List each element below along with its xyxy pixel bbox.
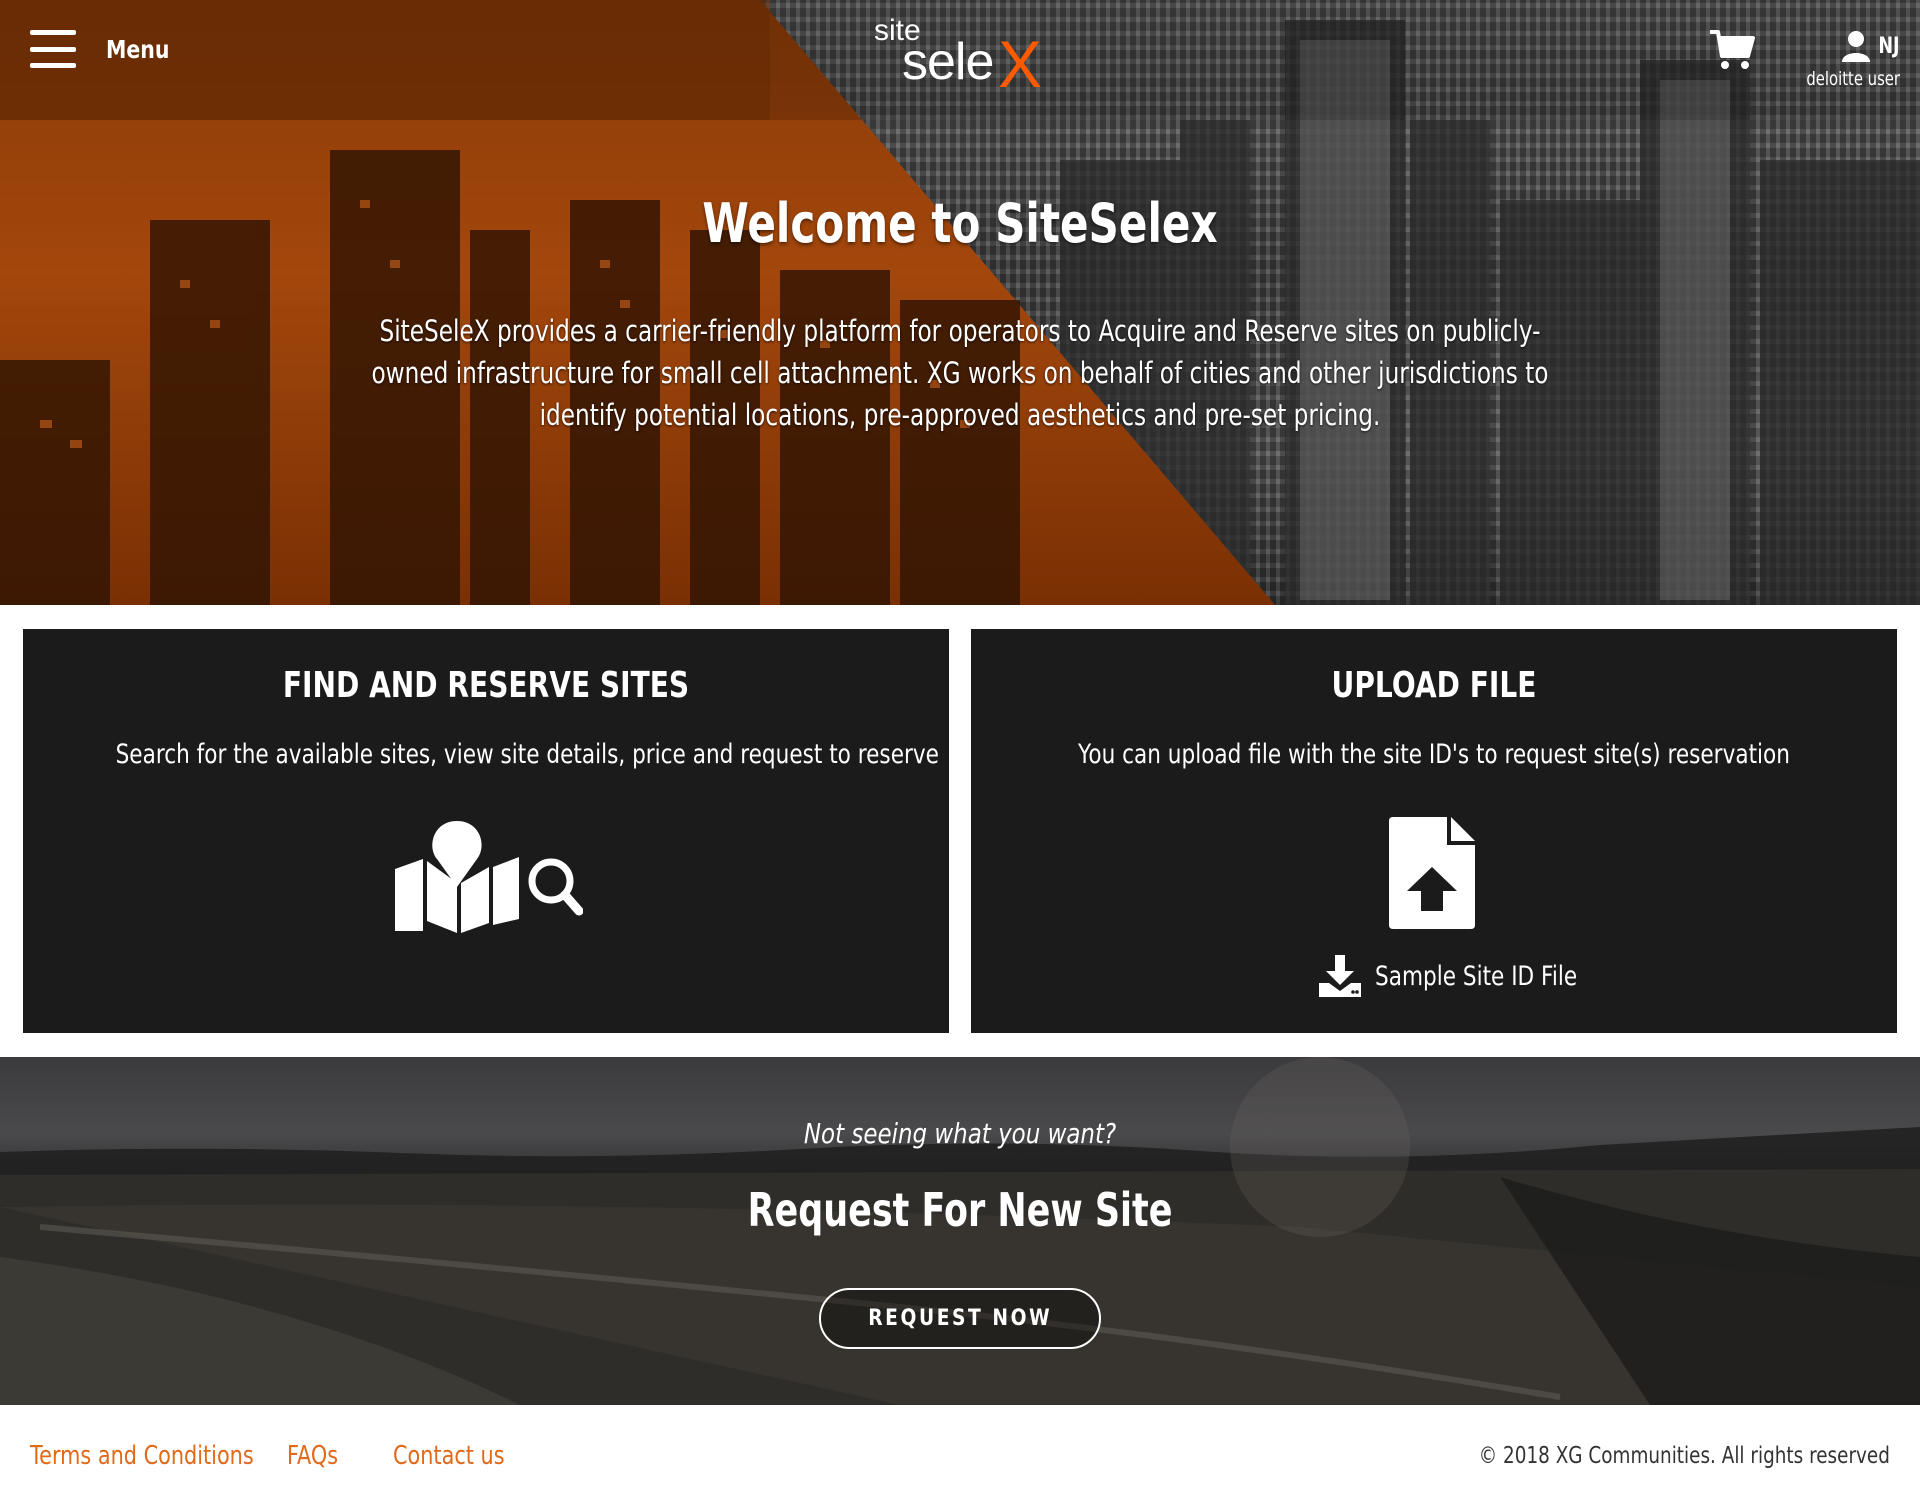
- file-upload-icon: [1389, 817, 1475, 929]
- menu-button[interactable]: Menu: [30, 30, 183, 68]
- sample-site-id-file-link[interactable]: Sample Site ID File: [1319, 955, 1628, 997]
- request-now-button[interactable]: REQUEST NOW: [819, 1288, 1101, 1349]
- action-cards: FIND AND RESERVE SITES Search for the av…: [0, 605, 1920, 1057]
- request-new-site-section: Not seeing what you want? Request For Ne…: [0, 1057, 1920, 1405]
- find-and-reserve-card[interactable]: FIND AND RESERVE SITES Search for the av…: [23, 629, 949, 1033]
- find-card-title: FIND AND RESERVE SITES: [282, 665, 690, 706]
- page-title: Welcome to SiteSelex: [702, 192, 1218, 255]
- logo-x-text: X: [998, 27, 1043, 101]
- copyright-text: © 2018 XG Communities. All rights reserv…: [1478, 1443, 1890, 1469]
- hero-banner: Menu site sele X NJ deloitte user Welcom…: [0, 0, 1920, 605]
- cart-button[interactable]: [1708, 26, 1756, 74]
- request-now-label: REQUEST NOW: [868, 1306, 1052, 1331]
- request-question: Not seeing what you want?: [803, 1117, 1117, 1150]
- user-name: deloitte user: [1806, 68, 1901, 90]
- user-menu[interactable]: NJ deloitte user: [1780, 30, 1900, 100]
- upload-file-card[interactable]: UPLOAD FILE You can upload file with the…: [971, 629, 1897, 1033]
- user-initials: NJ: [1878, 33, 1900, 59]
- hero-description: SiteSeleX provides a carrier-friendly pl…: [371, 314, 1549, 432]
- upload-card-description: You can upload file with the site ID's t…: [1078, 739, 1790, 770]
- upload-card-title: UPLOAD FILE: [1331, 665, 1537, 706]
- user-icon: [1842, 31, 1871, 62]
- terms-and-conditions-link[interactable]: Terms and Conditions: [30, 1441, 254, 1471]
- sample-file-label: Sample Site ID File: [1375, 960, 1578, 992]
- siteselex-logo[interactable]: site sele X: [870, 14, 1050, 101]
- request-title: Request For New Site: [747, 1183, 1173, 1237]
- cart-icon: [1710, 30, 1755, 69]
- hamburger-icon: [30, 30, 76, 68]
- logo-sele-text: sele: [902, 33, 994, 91]
- download-icon: [1319, 955, 1361, 997]
- faqs-link[interactable]: FAQs: [287, 1441, 338, 1471]
- footer: Terms and Conditions FAQs Contact us © 2…: [0, 1405, 1920, 1507]
- menu-label: Menu: [106, 34, 170, 64]
- contact-us-link[interactable]: Contact us: [393, 1441, 505, 1471]
- find-card-description: Search for the available sites, view sit…: [115, 739, 939, 770]
- map-search-icon: [395, 821, 583, 933]
